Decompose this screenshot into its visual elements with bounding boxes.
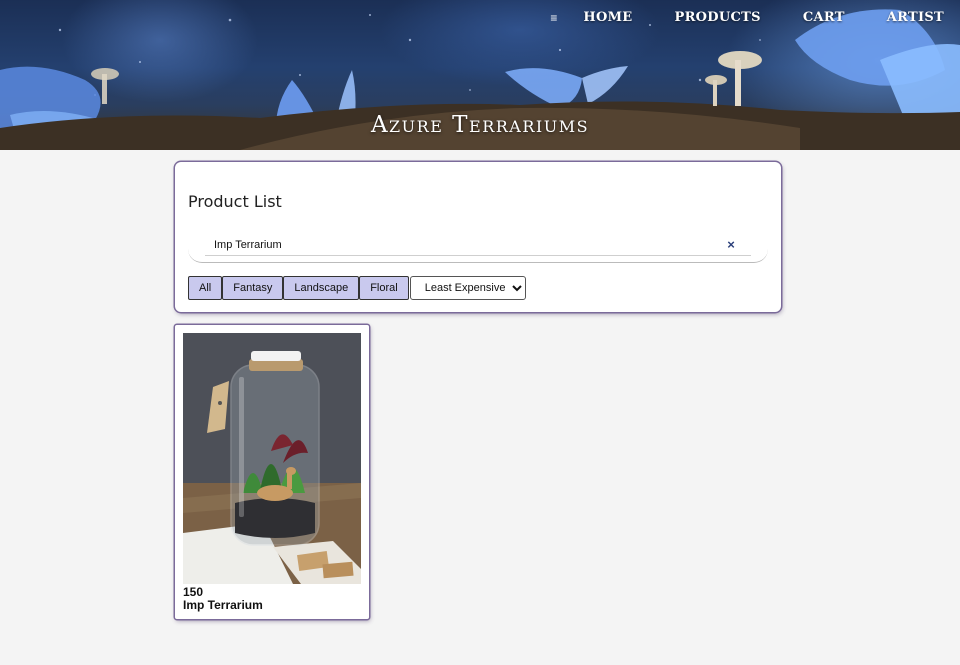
panel-title: Product List: [188, 192, 282, 211]
terrarium-jar-image[interactable]: [183, 333, 361, 584]
product-list-panel: Product List × All Fantasy Landscape Flo…: [175, 162, 781, 312]
header-banner: ≡ HOME PRODUCTS CART ARTIST Azure Terrar…: [0, 0, 960, 150]
product-name[interactable]: Imp Terrarium: [183, 598, 263, 612]
filter-landscape-button[interactable]: Landscape: [283, 276, 360, 300]
filter-floral-button[interactable]: Floral: [359, 276, 409, 300]
nav-artist-link[interactable]: ARTIST: [887, 8, 944, 28]
mushroom-icon: [91, 51, 762, 106]
hamburger-menu-icon[interactable]: ≡: [550, 8, 557, 28]
sort-select[interactable]: Least Expensive: [409, 276, 526, 300]
filter-bar: All Fantasy Landscape Floral Least Expen…: [188, 276, 526, 300]
site-title: Azure Terrariums: [370, 112, 590, 138]
clear-search-icon[interactable]: ×: [723, 236, 739, 254]
filter-all-button[interactable]: All: [188, 276, 223, 300]
search-input[interactable]: [214, 236, 714, 254]
filter-fantasy-button[interactable]: Fantasy: [222, 276, 284, 300]
terrarium-jar-icon: [183, 333, 361, 584]
search-bar: ×: [188, 234, 768, 263]
nav-cart-link[interactable]: CART: [803, 8, 845, 28]
product-card[interactable]: 150 Imp Terrarium: [175, 325, 369, 619]
nav-home-link[interactable]: HOME: [583, 8, 632, 28]
search-underline: [205, 255, 751, 256]
nav-products-link[interactable]: PRODUCTS: [675, 8, 761, 28]
product-price: 150: [183, 585, 204, 599]
main-nav: ≡ HOME PRODUCTS CART ARTIST: [550, 8, 944, 28]
